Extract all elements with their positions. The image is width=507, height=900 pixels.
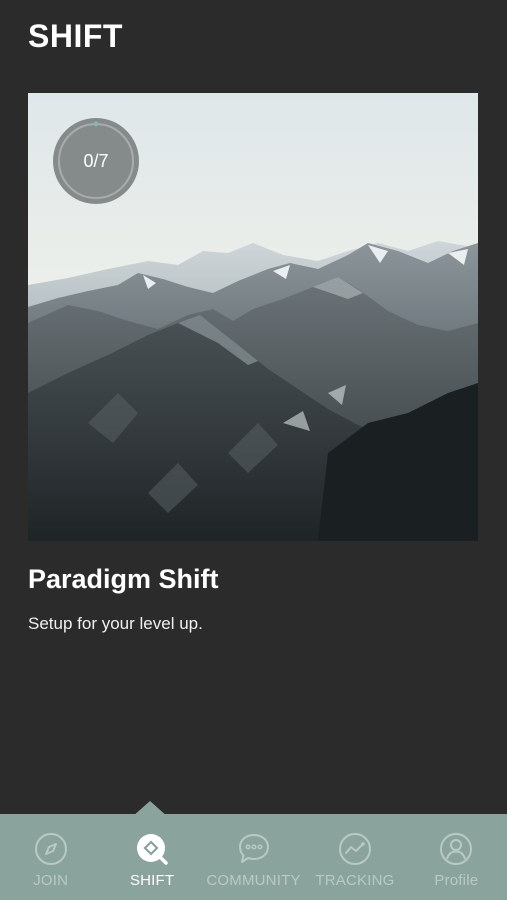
tab-label: TRACKING (315, 872, 395, 889)
chat-bubble-icon (238, 834, 269, 863)
user-icon (440, 833, 473, 865)
app-screen: SHIFT 0/7 Paradigm Shift Setup for your … (0, 0, 507, 900)
progress-ring: 0/7 (52, 117, 140, 205)
tab-label: COMMUNITY (206, 872, 301, 889)
hero-card-image[interactable]: 0/7 (28, 93, 478, 541)
card-subtitle: Setup for your level up. (28, 614, 203, 633)
trend-graph-icon (338, 833, 371, 865)
tab-join[interactable]: JOIN (0, 814, 101, 900)
compass-icon (34, 833, 67, 865)
tab-shift[interactable]: SHIFT (101, 814, 202, 900)
progress-count: 0/7 (83, 150, 109, 171)
shift-search-icon (137, 834, 168, 865)
tab-label: JOIN (33, 872, 69, 889)
tab-label: SHIFT (129, 872, 175, 889)
bottom-tab-bar: JOIN SHIFT COMMUNITY TRACKING Profile (0, 814, 507, 900)
page-title: SHIFT (28, 18, 123, 54)
tab-tracking[interactable]: TRACKING (304, 814, 405, 900)
tab-label: Profile (434, 872, 479, 889)
tab-community[interactable]: COMMUNITY (203, 814, 304, 900)
card-title[interactable]: Paradigm Shift (28, 564, 219, 595)
tab-profile[interactable]: Profile (406, 814, 507, 900)
